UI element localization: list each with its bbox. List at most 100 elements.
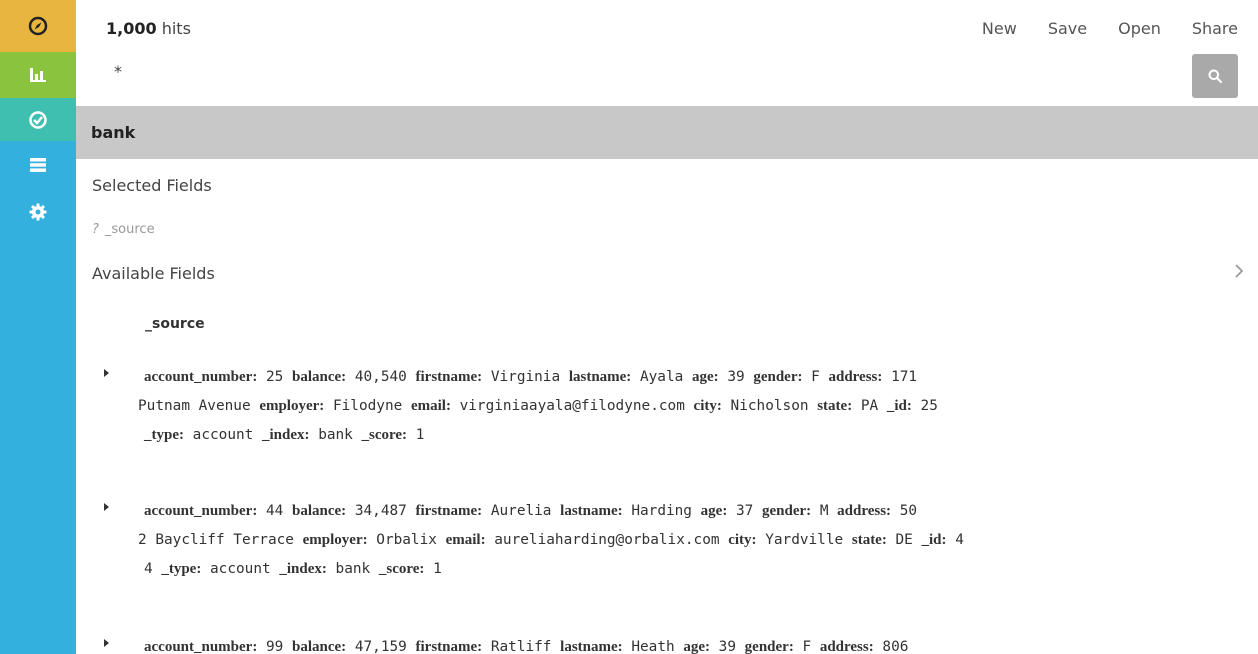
field-value: 2 Baycliff Terrace <box>138 532 294 548</box>
document-line: _type: account _index: bank _score: 1 <box>138 421 1240 450</box>
field-value: 4 <box>955 532 964 548</box>
hits-count: 1,000 hits <box>106 19 191 38</box>
app-sidebar <box>0 0 76 654</box>
field-key: _index: <box>262 427 310 443</box>
field-value: 40,540 <box>354 369 407 385</box>
sidebar-item-dashboard[interactable] <box>0 98 76 141</box>
field-value: bank <box>318 427 353 443</box>
field-value: 50 <box>899 503 918 519</box>
field-value: 25 <box>920 398 938 414</box>
field-key: gender: <box>753 369 803 385</box>
field-value: 1 <box>433 561 442 577</box>
field-value: virginiaayala@filodyne.com <box>459 398 685 414</box>
field-key: state: <box>851 532 887 548</box>
compass-icon <box>28 16 48 36</box>
field-key: address: <box>837 503 892 519</box>
field-value: 39 <box>718 639 736 654</box>
field-key: lastname: <box>560 639 623 654</box>
document-line: Putnam Avenue employer: Filodyne email: … <box>138 392 1240 421</box>
selected-fields-title: Selected Fields <box>92 176 212 195</box>
field-key: age: <box>683 639 710 654</box>
field-value: 34,487 <box>354 503 407 519</box>
field-value: 171 <box>891 369 918 385</box>
list-icon <box>30 158 46 172</box>
selected-field-source[interactable]: ? _source <box>92 222 155 237</box>
collapse-sidebar-button[interactable] <box>1233 262 1245 284</box>
sidebar-item-visualize[interactable] <box>0 52 76 98</box>
search-icon <box>1208 69 1222 83</box>
field-value: F <box>802 639 812 654</box>
field-value: Yardville <box>765 532 844 548</box>
field-key: firstname: <box>415 503 483 519</box>
field-key: age: <box>700 503 728 519</box>
field-value: aureliaharding@orbalix.com <box>494 532 720 548</box>
field-value: PA <box>860 398 879 414</box>
expand-row-caret-icon[interactable] <box>103 638 111 648</box>
field-value: 25 <box>266 369 284 385</box>
available-fields-title: Available Fields <box>92 264 215 283</box>
field-key: balance: <box>292 503 347 519</box>
column-header-source: _source <box>145 316 205 332</box>
sidebar-item-list[interactable] <box>0 141 76 189</box>
field-key: _score: <box>378 561 425 577</box>
dashboard-icon <box>29 110 47 129</box>
field-value: F <box>811 369 820 385</box>
field-key: lastname: <box>560 503 623 519</box>
field-value: Harding <box>631 503 692 519</box>
share-button[interactable]: Share <box>1192 19 1238 38</box>
field-key: firstname: <box>415 369 483 385</box>
sidebar-item-discover[interactable] <box>0 0 76 52</box>
field-value: Ayala <box>639 369 684 385</box>
field-value: Filodyne <box>332 398 403 414</box>
field-value: 806 <box>882 639 909 654</box>
document-line: account_number: 25 balance: 40,540 first… <box>138 363 1240 392</box>
open-button[interactable]: Open <box>1118 19 1161 38</box>
document-source-text: account_number: 44 balance: 34,487 first… <box>100 497 1240 584</box>
search-input[interactable]: * <box>114 62 122 81</box>
field-key: state: <box>817 398 853 414</box>
document-line: account_number: 44 balance: 34,487 first… <box>138 497 1240 526</box>
field-value: account <box>210 561 271 577</box>
field-key: city: <box>693 398 722 414</box>
document-line: 2 Baycliff Terrace employer: Orbalix ema… <box>138 526 1240 555</box>
field-value: M <box>819 503 829 519</box>
hits-number: 1,000 <box>106 19 157 38</box>
field-key: account_number: <box>144 369 258 385</box>
field-key: _id: <box>886 398 912 414</box>
field-key: balance: <box>292 369 347 385</box>
expand-row-caret-icon[interactable] <box>103 368 111 378</box>
field-key: employer: <box>302 532 368 548</box>
document-line: account_number: 99 balance: 47,159 first… <box>138 633 1240 654</box>
field-key: age: <box>691 369 719 385</box>
field-value: Orbalix <box>376 532 437 548</box>
new-button[interactable]: New <box>982 19 1017 38</box>
field-value: Heath <box>631 639 675 654</box>
field-value: 37 <box>735 503 754 519</box>
field-value: 99 <box>266 639 284 654</box>
field-value: Virginia <box>490 369 561 385</box>
field-key: gender: <box>744 639 794 654</box>
discover-toolbar: 1,000 hits New Save Open Share * <box>76 0 1258 106</box>
field-value: bank <box>335 561 371 577</box>
field-value: DE <box>895 532 913 548</box>
field-key: _id: <box>921 532 947 548</box>
selected-field-label: _source <box>104 222 155 237</box>
field-value: 47,159 <box>354 639 407 654</box>
index-pattern-bar[interactable]: bank <box>76 106 1258 159</box>
field-key: email: <box>445 532 486 548</box>
sidebar-item-settings[interactable] <box>0 189 76 235</box>
field-key: account_number: <box>144 639 258 654</box>
field-key: gender: <box>761 503 812 519</box>
table-row: account_number: 44 balance: 34,487 first… <box>100 497 1240 584</box>
field-key: _type: <box>161 561 202 577</box>
field-value: Ratliff <box>490 639 552 654</box>
field-type-unknown-icon: ? <box>92 222 99 237</box>
search-button[interactable] <box>1192 54 1238 98</box>
field-key: _score: <box>361 427 408 443</box>
field-value: 39 <box>727 369 745 385</box>
table-row: account_number: 25 balance: 40,540 first… <box>100 363 1240 450</box>
field-key: account_number: <box>144 503 258 519</box>
index-pattern-name: bank <box>91 123 136 142</box>
expand-row-caret-icon[interactable] <box>103 502 111 512</box>
save-button[interactable]: Save <box>1048 19 1087 38</box>
